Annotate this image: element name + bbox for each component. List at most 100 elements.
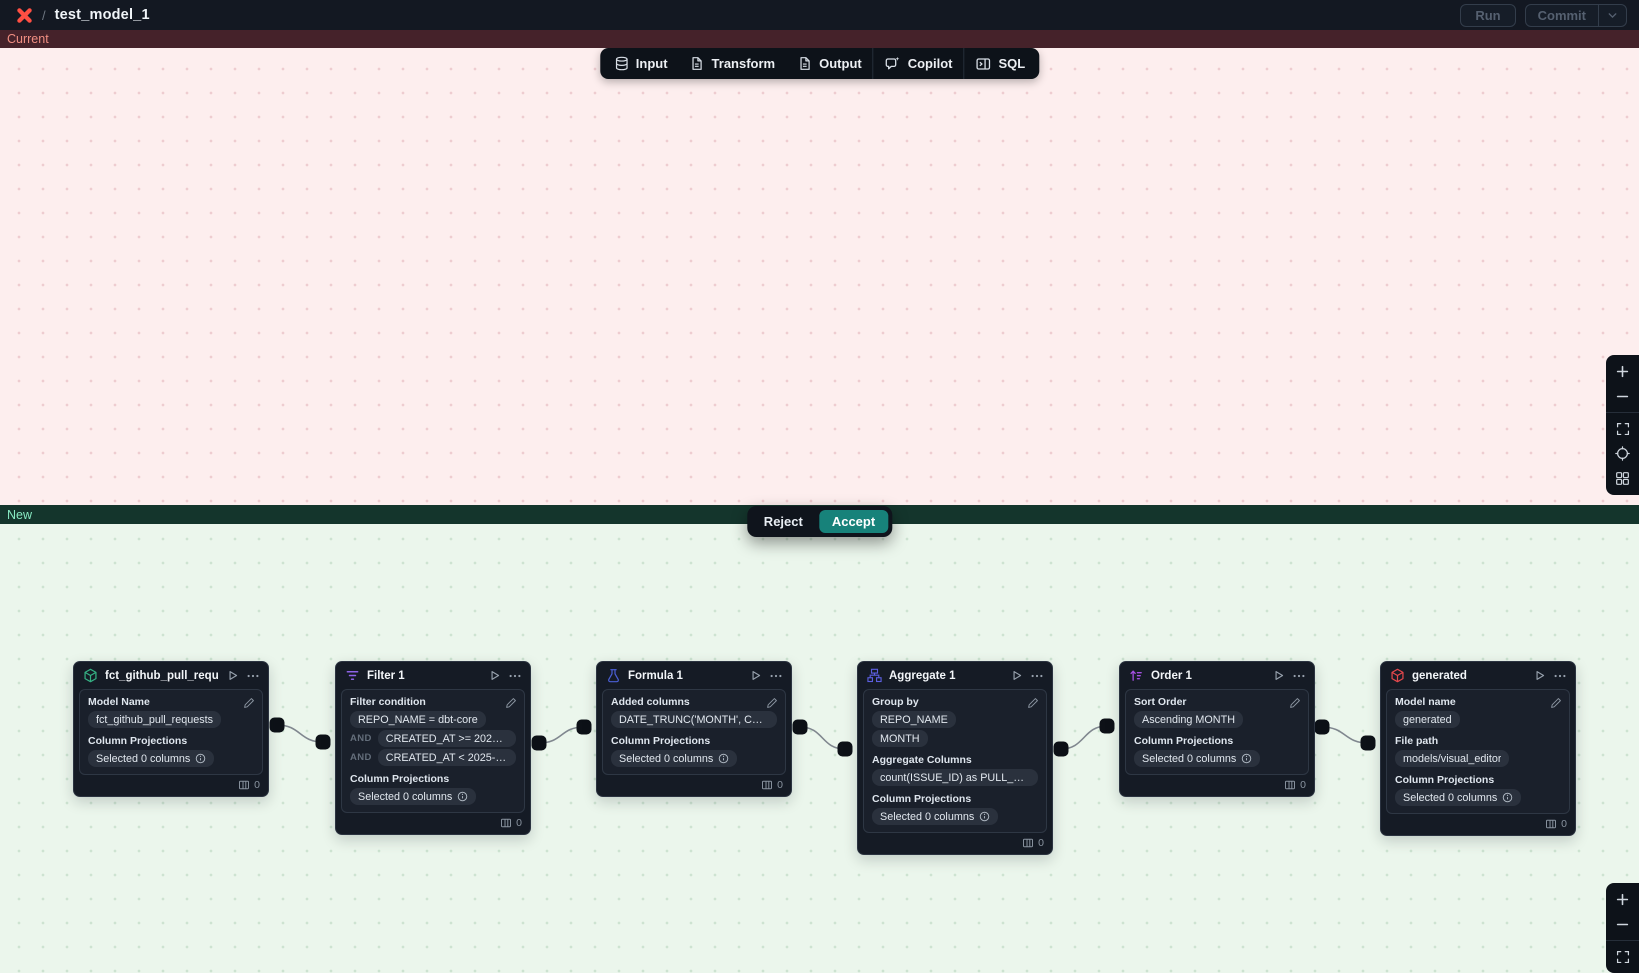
- dbt-logo-icon: [16, 7, 33, 24]
- edge-path: [1061, 726, 1107, 749]
- edit-button[interactable]: [243, 697, 255, 709]
- toolbar-item-sql[interactable]: SQL: [964, 48, 1036, 79]
- node-formula-1[interactable]: Formula 1Added columnsDATE_TRUNC('MONTH'…: [596, 661, 792, 797]
- node-generated[interactable]: generatedModel namegeneratedFile pathmod…: [1380, 661, 1576, 836]
- node-aggregate-1[interactable]: Aggregate 1Group byREPO_NAMEMONTHAggrega…: [857, 661, 1053, 855]
- edit-button[interactable]: [766, 697, 778, 709]
- node-source[interactable]: fct_github_pull_requestsModel Namefct_gi…: [73, 661, 269, 797]
- node-menu-button[interactable]: [1292, 669, 1306, 683]
- output-port[interactable]: [270, 718, 285, 733]
- new-canvas[interactable]: fct_github_pull_requestsModel Namefct_gi…: [0, 524, 1639, 973]
- output-port[interactable]: [1054, 742, 1069, 757]
- field-label: Group by: [872, 696, 1038, 708]
- node-title: fct_github_pull_requests: [105, 670, 219, 682]
- current-canvas[interactable]: InputTransformOutputCopilot SQL: [0, 48, 1639, 505]
- node-menu-button[interactable]: [246, 669, 260, 683]
- info-icon[interactable]: [457, 791, 468, 802]
- commit-button-group: Commit: [1525, 4, 1627, 27]
- node-order-1[interactable]: Order 1Sort OrderAscending MONTHColumn P…: [1119, 661, 1315, 797]
- field-row: ANDCREATED_AT >= 2024-12-01: [350, 730, 516, 747]
- node-footer: 0: [74, 778, 268, 796]
- columns-icon: [500, 817, 512, 829]
- input-port[interactable]: [1361, 736, 1376, 751]
- toolbar-item-input[interactable]: Input: [603, 48, 679, 79]
- node-title: Aggregate 1: [889, 670, 1003, 682]
- new-section-label: New: [7, 508, 32, 522]
- fit-view-button[interactable]: [1606, 416, 1639, 441]
- node-play-button[interactable]: [1272, 669, 1285, 682]
- info-icon[interactable]: [195, 753, 206, 764]
- accept-button[interactable]: Accept: [819, 510, 888, 533]
- toolbar-item-label: SQL: [998, 56, 1025, 71]
- node-play-button[interactable]: [749, 669, 762, 682]
- value-pill: Selected 0 columns: [1134, 750, 1260, 767]
- locate-button[interactable]: [1606, 441, 1639, 466]
- input-port[interactable]: [1100, 719, 1115, 734]
- value-pill: Selected 0 columns: [88, 750, 214, 767]
- node-footer: 0: [336, 816, 530, 834]
- field-row: Selected 0 columns: [88, 750, 254, 767]
- page-title: test_model_1: [55, 7, 150, 23]
- field-row: REPO_NAME: [872, 711, 1038, 728]
- field-row: REPO_NAME = dbt-core: [350, 711, 516, 728]
- node-footer: 0: [1381, 817, 1575, 835]
- edit-button[interactable]: [1550, 697, 1562, 709]
- zoom-out-button[interactable]: [1606, 384, 1639, 409]
- toolbar-item-transform[interactable]: Transform: [679, 48, 787, 79]
- field-label: Filter condition: [350, 696, 516, 708]
- zoom-out-button[interactable]: [1606, 912, 1639, 937]
- node-menu-button[interactable]: [508, 669, 522, 683]
- input-port[interactable]: [577, 720, 592, 735]
- edge-path: [1322, 727, 1368, 743]
- node-menu-button[interactable]: [1030, 669, 1044, 683]
- output-port[interactable]: [793, 720, 808, 735]
- pencil-icon: [1550, 697, 1562, 709]
- node-play-button[interactable]: [488, 669, 501, 682]
- columns-icon: [761, 779, 773, 791]
- toolbar-item-copilot[interactable]: Copilot: [874, 48, 964, 79]
- node-play-button[interactable]: [1010, 669, 1023, 682]
- info-icon[interactable]: [1241, 753, 1252, 764]
- value-pill: CREATED_AT >= 2024-12-01: [378, 730, 516, 747]
- node-play-button[interactable]: [1533, 669, 1546, 682]
- edit-button[interactable]: [1289, 697, 1301, 709]
- run-button[interactable]: Run: [1460, 4, 1515, 27]
- column-count: 0: [777, 779, 783, 791]
- node-header: Aggregate 1: [858, 662, 1052, 688]
- info-icon[interactable]: [1502, 792, 1513, 803]
- info-icon[interactable]: [979, 811, 990, 822]
- condition-operator: AND: [350, 752, 372, 763]
- toolbar-item-output[interactable]: Output: [786, 48, 873, 79]
- value-pill-text: Selected 0 columns: [1403, 792, 1497, 804]
- node-play-button[interactable]: [226, 669, 239, 682]
- value-pill-text: REPO_NAME = dbt-core: [358, 714, 478, 726]
- field-row: fct_github_pull_requests: [88, 711, 254, 728]
- value-pill: Selected 0 columns: [611, 750, 737, 767]
- play-icon: [749, 669, 762, 682]
- node-menu-button[interactable]: [1553, 669, 1567, 683]
- commit-dropdown-button[interactable]: [1599, 5, 1626, 26]
- grid-view-button[interactable]: [1606, 466, 1639, 491]
- edit-button[interactable]: [1027, 697, 1039, 709]
- columns-icon: [1284, 779, 1296, 791]
- input-port[interactable]: [316, 735, 331, 750]
- reject-button[interactable]: Reject: [751, 510, 816, 533]
- node-header: generated: [1381, 662, 1575, 688]
- model-cube-icon: [1390, 668, 1405, 683]
- edit-button[interactable]: [505, 697, 517, 709]
- node-filter-1[interactable]: Filter 1 Filter condition REPO_NAME = dbt-…: [335, 661, 531, 835]
- field-row: Selected 0 columns: [1395, 789, 1561, 806]
- fit-view-button[interactable]: [1606, 944, 1639, 969]
- output-port[interactable]: [532, 736, 547, 751]
- info-icon[interactable]: [718, 753, 729, 764]
- zoom-in-button[interactable]: [1606, 887, 1639, 912]
- field-row: generated: [1395, 711, 1561, 728]
- node-menu-button[interactable]: [769, 669, 783, 683]
- node-header: Filter 1: [336, 662, 530, 688]
- commit-button[interactable]: Commit: [1526, 5, 1598, 26]
- value-pill-text: CREATED_AT < 2025-03-01: [386, 752, 508, 764]
- input-port[interactable]: [838, 742, 853, 757]
- zoom-in-button[interactable]: [1606, 359, 1639, 384]
- output-port[interactable]: [1315, 720, 1330, 735]
- field-row: Selected 0 columns: [872, 808, 1038, 825]
